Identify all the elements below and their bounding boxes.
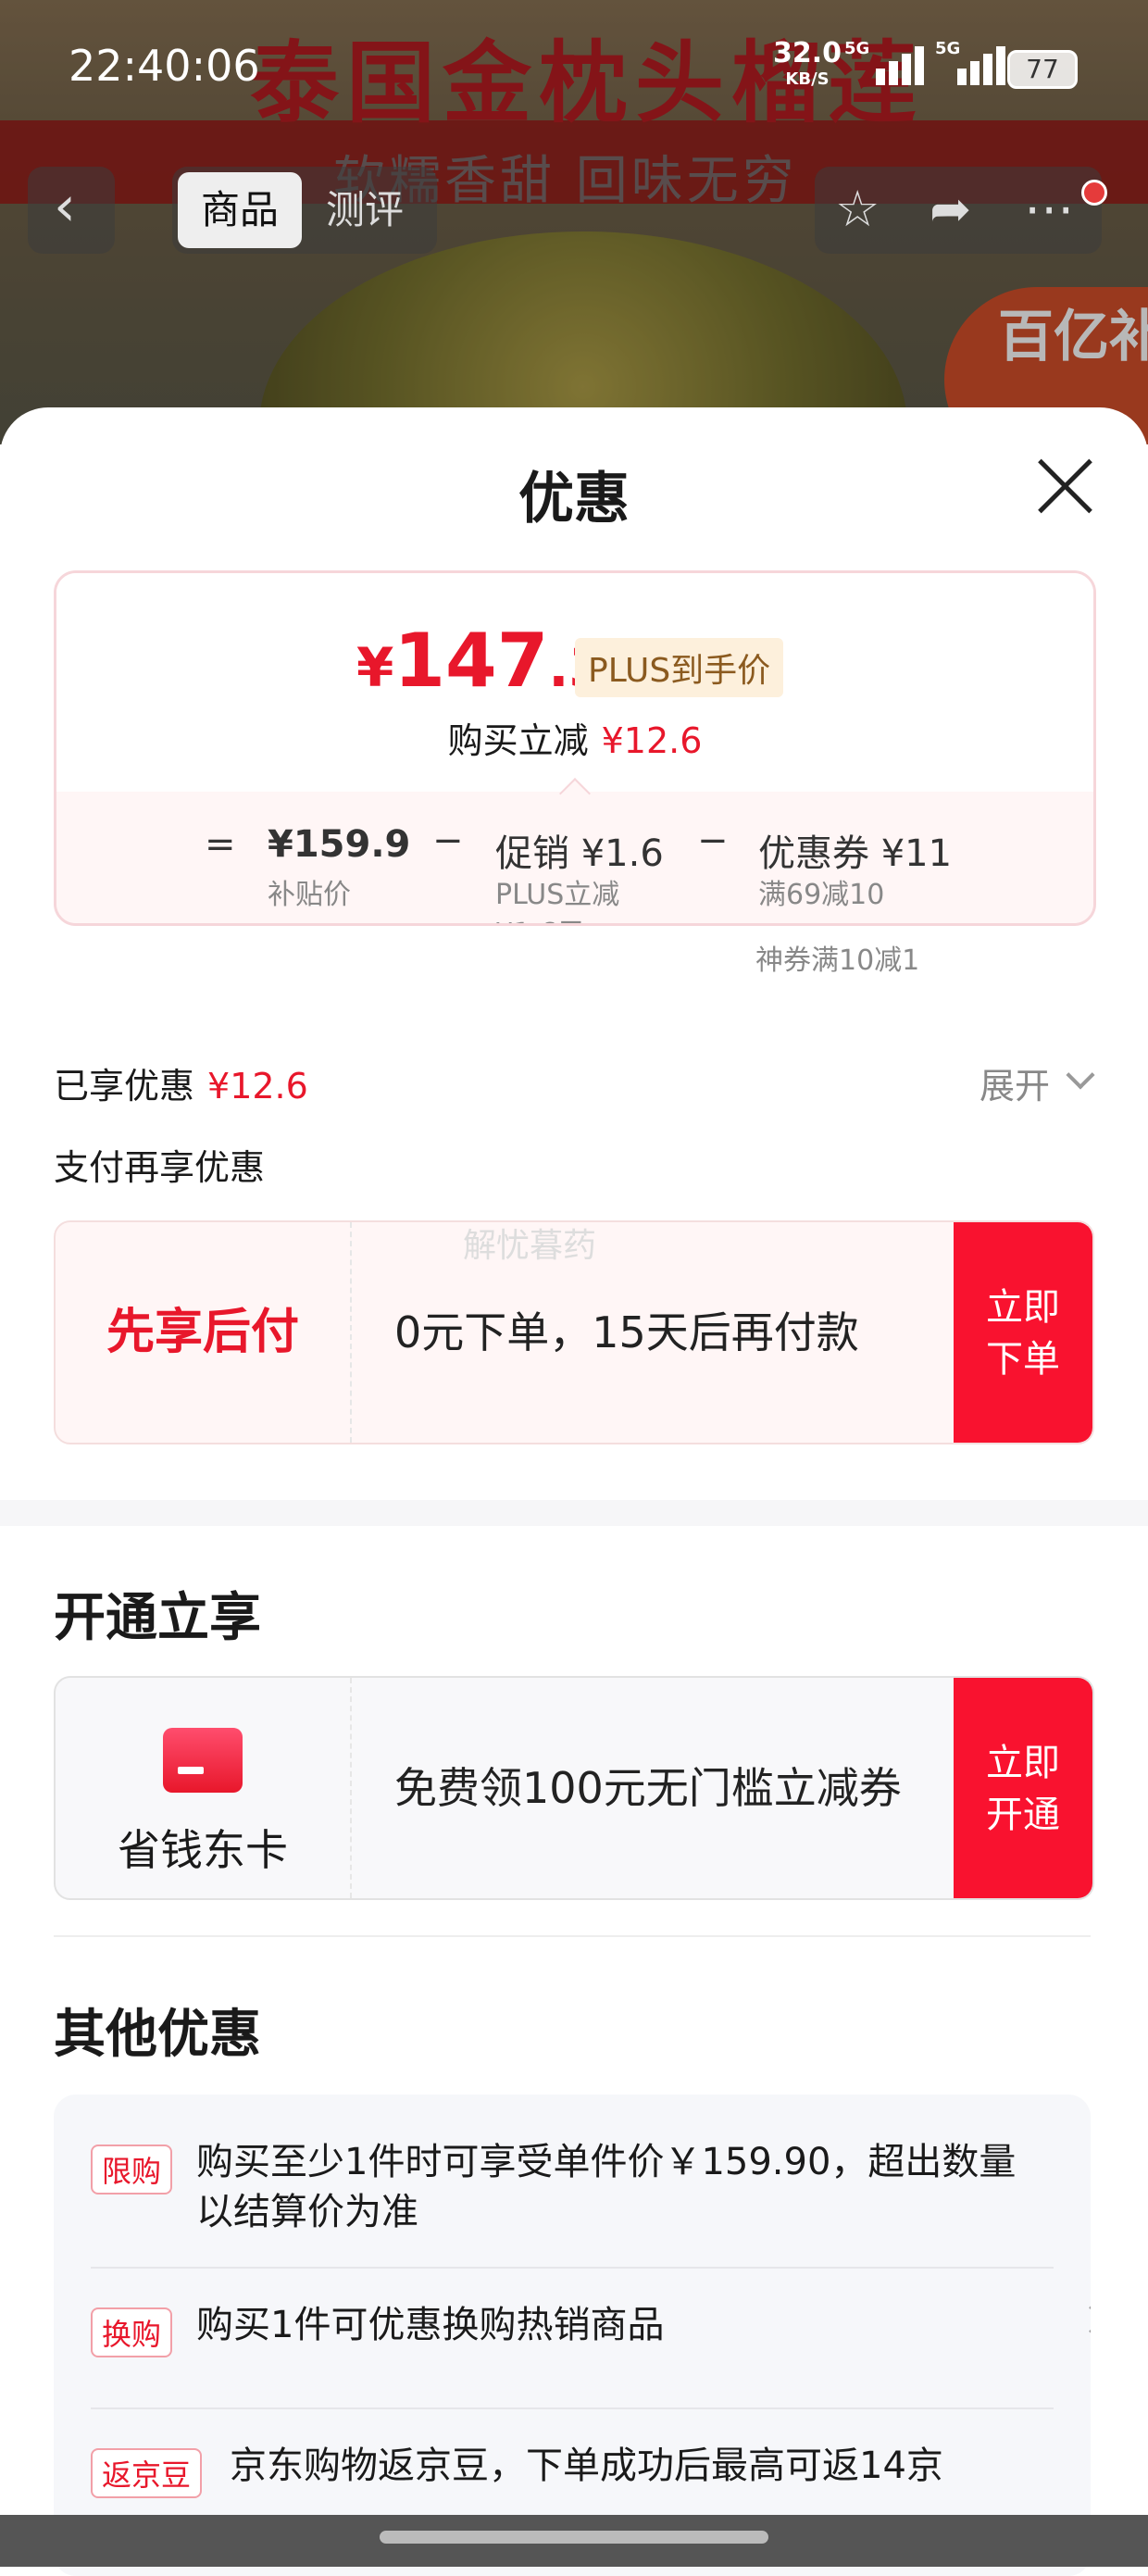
product-tabs: 商品 测评 xyxy=(172,167,437,254)
plus-price-tag: PLUS到手价 xyxy=(575,638,784,697)
home-indicator[interactable] xyxy=(380,2531,768,2544)
star-icon[interactable]: ☆ xyxy=(835,180,880,238)
chevron-left-icon: ‹ xyxy=(54,174,76,239)
instant-cut-value: ¥12.6 xyxy=(601,720,703,761)
list-item: 返京豆 京东购物返京豆，下单成功后最高可返14京 xyxy=(91,2428,1054,2520)
close-icon[interactable] xyxy=(1035,456,1096,517)
offer-text: 购买1件可优惠换购热销商品 xyxy=(196,2304,665,2346)
bnpl-title: 先享后付 xyxy=(106,1305,299,1360)
instant-cut: 购买立减 ¥12.6 xyxy=(56,712,1093,763)
price-card: ¥147.3 PLUS到手价 购买立减 ¥12.6 = ¥159.9 补贴价 − … xyxy=(54,570,1096,926)
enjoyed-discount: 已享优惠 ¥12.6 xyxy=(54,1057,308,1108)
promo-sub: PLUS立减 xyxy=(495,879,620,911)
savings-card-name: 省钱东卡 xyxy=(118,1825,288,1875)
subsidy-price-label: 补贴价 xyxy=(268,879,351,911)
currency-symbol: ¥ xyxy=(356,636,394,699)
list-item: 限购 购买至少1件时可享受单件价￥159.90，超出数量以结算价为准 xyxy=(91,2128,1054,2239)
nav-actions: ☆ ➦ ⋯ xyxy=(815,167,1102,254)
final-price: ¥147.3 xyxy=(356,618,606,704)
row-divider xyxy=(91,2267,1054,2269)
battery-icon: 77 xyxy=(1007,50,1078,89)
discount-sheet: 优惠 ¥147.3 PLUS到手价 购买立减 ¥12.6 = ¥159.9 补贴价… xyxy=(0,407,1148,2576)
bnpl-card[interactable]: 先享后付 解忧暮药 0元下单，15天后再付款 立即下单 xyxy=(54,1220,1094,1444)
bnpl-desc: 0元下单，15天后再付款 xyxy=(394,1307,859,1357)
open-section-title: 开通立享 xyxy=(54,1588,261,1648)
price-breakdown: = ¥159.9 补贴价 − 促销 ¥1.6 PLUS立减 ¥1.6元 − 优惠… xyxy=(56,792,1093,923)
back-button[interactable]: ‹ xyxy=(28,167,115,254)
chevron-down-icon[interactable] xyxy=(1066,1060,1095,1090)
coupon-amount: 优惠券 ¥11 xyxy=(758,832,953,875)
price-integer: 147 xyxy=(393,618,549,704)
offer-text: 购买至少1件时可享受单件价￥159.90，超出数量以结算价为准 xyxy=(196,2141,1017,2233)
network-speed: 32.0 KB/S xyxy=(773,40,842,93)
separator xyxy=(54,1935,1091,1937)
signal-icon-2: 5G xyxy=(935,39,1009,85)
more-icon[interactable]: ⋯ xyxy=(1024,180,1074,238)
bnpl-left: 先享后付 xyxy=(56,1222,352,1443)
enjoyed-value: ¥12.6 xyxy=(207,1066,308,1107)
section-divider xyxy=(0,1500,1148,1526)
tab-review[interactable]: 测评 xyxy=(326,172,404,248)
share-icon[interactable]: ➦ xyxy=(930,180,971,238)
savings-card-desc: 免费领100元无门槛立减券 xyxy=(394,1763,902,1813)
pay-more-heading: 支付再享优惠 xyxy=(54,1147,266,1188)
savings-card-offer[interactable]: 省钱东卡 免费领100元无门槛立减券 立即开通 xyxy=(54,1676,1094,1900)
price-summary: ¥147.3 PLUS到手价 购买立减 ¥12.6 xyxy=(56,573,1093,792)
order-now-label: 立即下单 xyxy=(986,1286,1060,1381)
equals-sign: = xyxy=(205,823,236,866)
other-section-title: 其他优惠 xyxy=(54,2005,261,2065)
promo-sub-amount: ¥1.6元 xyxy=(495,910,585,923)
network-type-2: 5G xyxy=(935,39,961,58)
network-speed-value: 32.0 xyxy=(773,37,842,69)
status-bar: 22:40:06 32.0 KB/S 5G 5G 77 xyxy=(0,0,1148,139)
chevron-right-icon xyxy=(1077,2305,1091,2334)
network-type-1: 5G xyxy=(844,39,870,58)
list-item[interactable]: 换购 购买1件可优惠换购热销商品 xyxy=(91,2289,1091,2382)
enjoyed-label: 已享优惠 xyxy=(54,1066,195,1107)
offer-tag: 限购 xyxy=(91,2145,173,2195)
notification-dot xyxy=(1081,180,1107,206)
promo-amount: 促销 ¥1.6 xyxy=(495,832,664,875)
card-icon xyxy=(163,1728,243,1793)
signal-icon: 5G xyxy=(844,39,924,85)
network-speed-unit: KB/S xyxy=(785,69,830,89)
coupon-sub-2: 神券满10减1 xyxy=(755,944,920,977)
minus-sign: − xyxy=(432,819,464,862)
tab-goods[interactable]: 商品 xyxy=(178,172,302,248)
activate-button[interactable]: 立即开通 xyxy=(954,1678,1092,1898)
offer-tag: 返京豆 xyxy=(91,2448,203,2498)
coupon-sub-1: 满69减10 xyxy=(758,879,885,911)
offer-tag: 换购 xyxy=(91,2307,173,2357)
expand-toggle[interactable]: 展开 xyxy=(980,1057,1050,1108)
instant-cut-label: 购买立减 xyxy=(447,720,589,761)
minus-sign-2: − xyxy=(697,819,729,862)
other-offers: 限购 购买至少1件时可享受单件价￥159.90，超出数量以结算价为准 换购 购买… xyxy=(54,2095,1091,2576)
status-time: 22:40:06 xyxy=(69,41,260,91)
sheet-title: 优惠 xyxy=(518,467,630,531)
row-divider xyxy=(91,2407,1054,2409)
subsidy-price: ¥159.9 xyxy=(268,823,411,866)
offer-text: 京东购物返京豆，下单成功后最高可返14京 xyxy=(230,2445,943,2487)
activate-label: 立即开通 xyxy=(986,1742,1060,1836)
order-now-button[interactable]: 立即下单 xyxy=(954,1222,1092,1443)
savings-card-left: 省钱东卡 xyxy=(56,1678,352,1898)
